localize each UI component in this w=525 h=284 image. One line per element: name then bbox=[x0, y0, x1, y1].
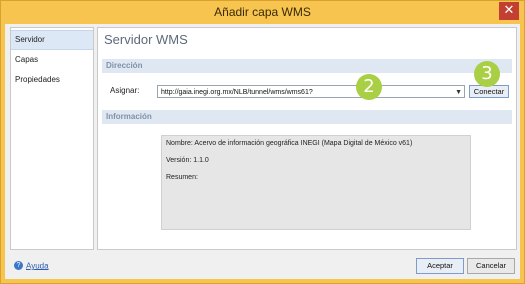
url-combobox[interactable]: http://gaia.inegi.org.mx/NLB/tunnel/wms/… bbox=[157, 85, 465, 98]
help-icon: ? bbox=[14, 261, 23, 271]
title-bar: Añadir capa WMS ✕ bbox=[1, 1, 524, 24]
step-badge-2: 2 bbox=[356, 74, 382, 100]
nav-list: Servidor Capas Propiedades bbox=[10, 27, 94, 250]
dialog-window: Añadir capa WMS ✕ Servidor Capas Propied… bbox=[0, 0, 525, 284]
aceptar-button[interactable]: Aceptar bbox=[416, 258, 464, 274]
close-icon[interactable]: ✕ bbox=[499, 2, 519, 20]
help-link[interactable]: ? Ayuda bbox=[14, 261, 49, 271]
info-box: Nombre: Acervo de información geográfica… bbox=[161, 135, 471, 230]
info-version: Versión: 1.1.0 bbox=[166, 157, 209, 164]
conectar-button[interactable]: Conectar bbox=[469, 85, 509, 98]
servidor-panel: Servidor WMS Dirección Asignar: http://g… bbox=[97, 27, 517, 250]
url-value: http://gaia.inegi.org.mx/NLB/tunnel/wms/… bbox=[161, 89, 313, 96]
step-badge-3: 3 bbox=[474, 61, 500, 87]
dialog-body: Servidor Capas Propiedades Servidor WMS … bbox=[5, 24, 520, 279]
chevron-down-icon[interactable]: ▼ bbox=[455, 86, 462, 99]
informacion-section-header: Información bbox=[102, 110, 512, 124]
help-label: Ayuda bbox=[26, 261, 49, 271]
window-title: Añadir capa WMS bbox=[214, 5, 311, 19]
asignar-label: Asignar: bbox=[110, 86, 140, 95]
panel-title: Servidor WMS bbox=[104, 32, 188, 47]
cancelar-button[interactable]: Cancelar bbox=[467, 258, 515, 274]
nav-item-capas[interactable]: Capas bbox=[11, 50, 93, 70]
nav-item-servidor[interactable]: Servidor bbox=[11, 30, 93, 50]
direccion-section-header: Dirección bbox=[102, 59, 512, 73]
nav-item-propiedades[interactable]: Propiedades bbox=[11, 70, 93, 90]
info-resumen: Resumen: bbox=[166, 174, 198, 181]
info-nombre: Nombre: Acervo de información geográfica… bbox=[166, 140, 413, 147]
